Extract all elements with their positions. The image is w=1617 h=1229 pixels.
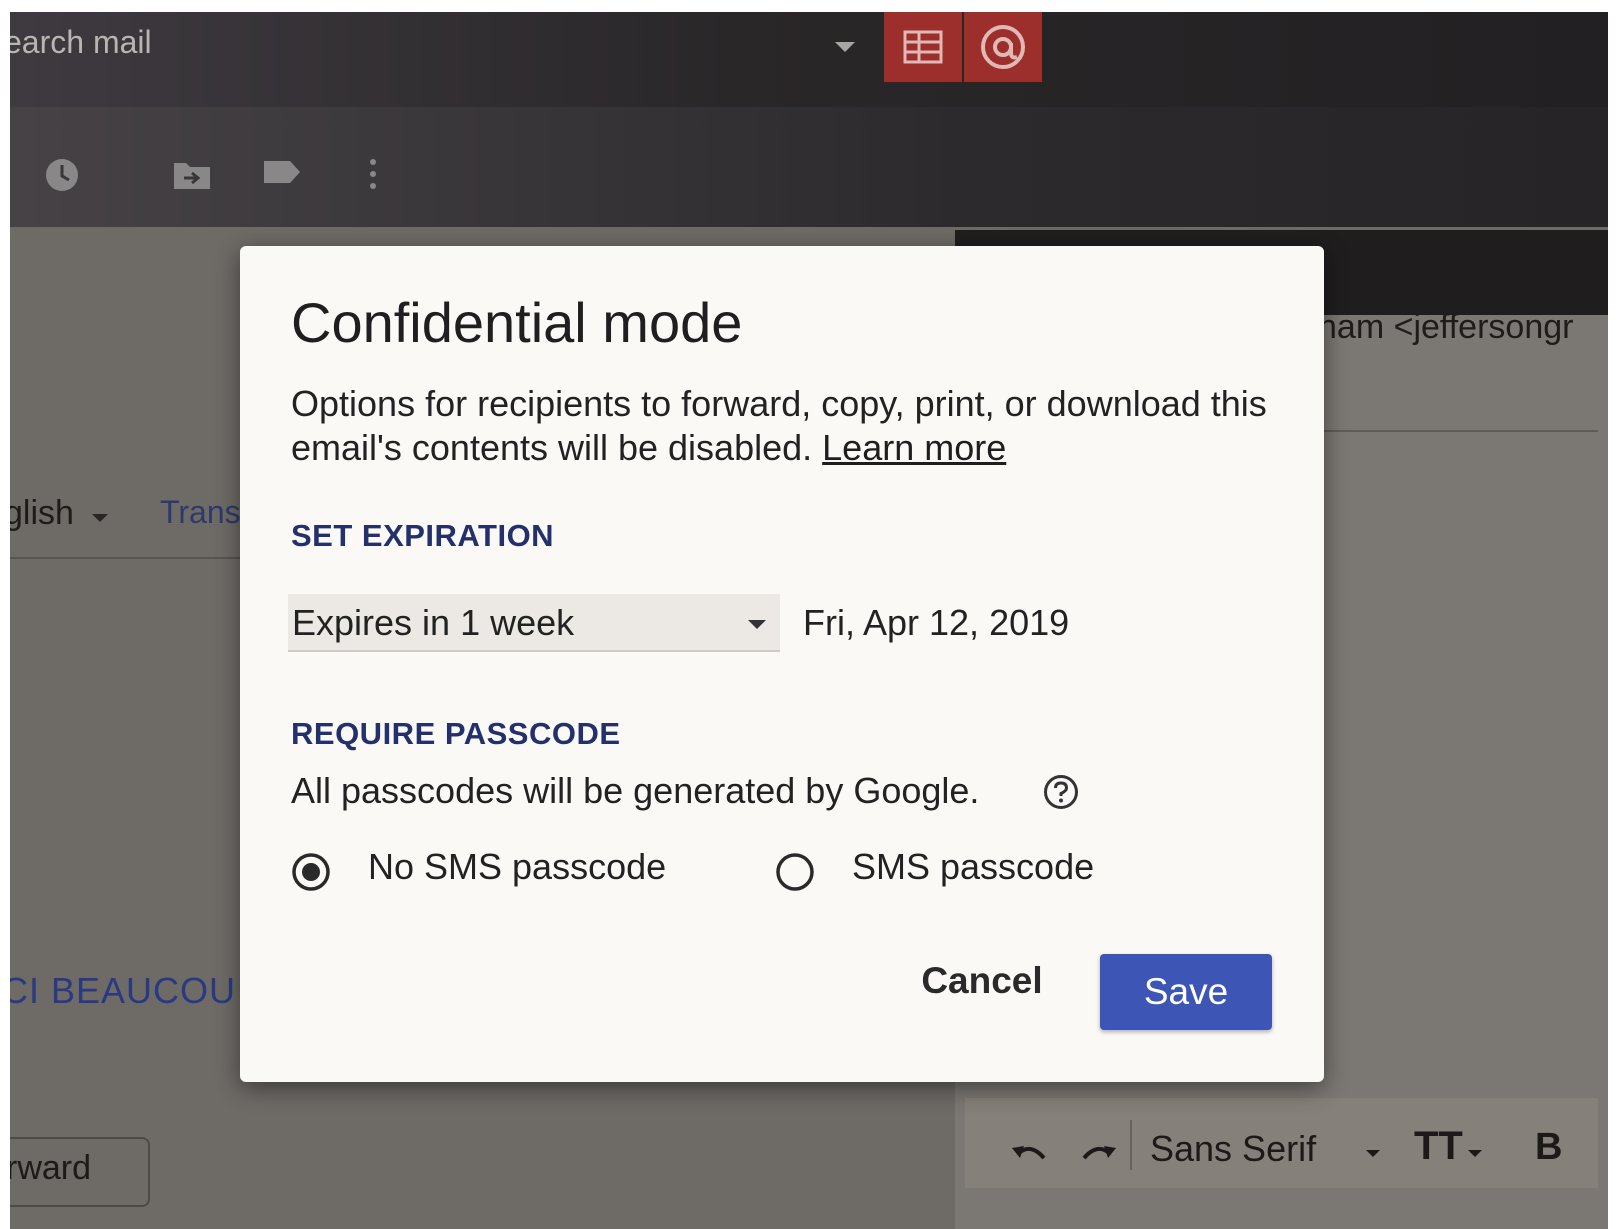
cancel-button[interactable]: Cancel (912, 946, 1052, 1016)
search-input[interactable]: earch mail (10, 24, 152, 61)
redo-icon[interactable] (1078, 1140, 1118, 1168)
move-to-icon[interactable] (172, 157, 212, 191)
divider (1318, 430, 1598, 432)
top-bar: earch mail (10, 12, 1608, 107)
font-family-select[interactable]: Sans Serif (1150, 1128, 1316, 1170)
more-vert-icon[interactable] (368, 157, 378, 191)
dialog-description: Options for recipients to forward, copy,… (291, 382, 1301, 470)
no-sms-radio[interactable] (291, 852, 331, 892)
help-icon[interactable] (1043, 774, 1079, 810)
passcode-label: REQUIRE PASSCODE (291, 716, 621, 751)
dialog-title: Confidential mode (291, 291, 743, 354)
expiration-label: SET EXPIRATION (291, 518, 555, 553)
at-sign-icon (981, 25, 1025, 69)
confidential-mode-dialog: Confidential mode Options for recipients… (240, 246, 1324, 1082)
expiration-select[interactable]: Expires in 1 week (288, 594, 780, 652)
chevron-down-icon (1366, 1150, 1380, 1157)
snooze-icon[interactable] (44, 157, 80, 193)
description-text: Options for recipients to forward, copy,… (291, 383, 1267, 468)
language-dropdown[interactable]: glish (10, 494, 74, 533)
sms-label[interactable]: SMS passcode (852, 846, 1094, 888)
search-options-caret-icon[interactable] (835, 42, 855, 52)
expiration-selected-value: Expires in 1 week (292, 602, 575, 643)
label-icon[interactable] (262, 157, 302, 187)
translate-link[interactable]: Trans (160, 494, 241, 531)
save-button[interactable]: Save (1100, 954, 1272, 1030)
mention-app-button[interactable] (964, 12, 1042, 82)
sheets-app-button[interactable] (884, 12, 962, 82)
divider (10, 557, 245, 559)
forward-button-label: rward (10, 1149, 92, 1187)
language-caret-icon (92, 514, 108, 522)
bold-icon[interactable]: B (1535, 1126, 1562, 1169)
divider (1130, 1120, 1132, 1170)
expiration-date: Fri, Apr 12, 2019 (803, 602, 1070, 643)
chevron-down-icon (1468, 1150, 1482, 1157)
passcode-info: All passcodes will be generated by Googl… (291, 770, 980, 811)
text-size-icon[interactable]: TT (1414, 1124, 1463, 1169)
learn-more-link[interactable]: Learn more (822, 427, 1006, 468)
sender-name: CI BEAUCOU (10, 970, 237, 1011)
sms-radio[interactable] (775, 852, 815, 892)
chevron-down-icon (748, 620, 766, 629)
table-icon (903, 30, 943, 64)
undo-icon[interactable] (1010, 1140, 1050, 1168)
recipient-field[interactable]: ham <jeffersongr (1318, 308, 1573, 347)
email-toolbar (10, 107, 1608, 227)
no-sms-label[interactable]: No SMS passcode (368, 846, 666, 888)
